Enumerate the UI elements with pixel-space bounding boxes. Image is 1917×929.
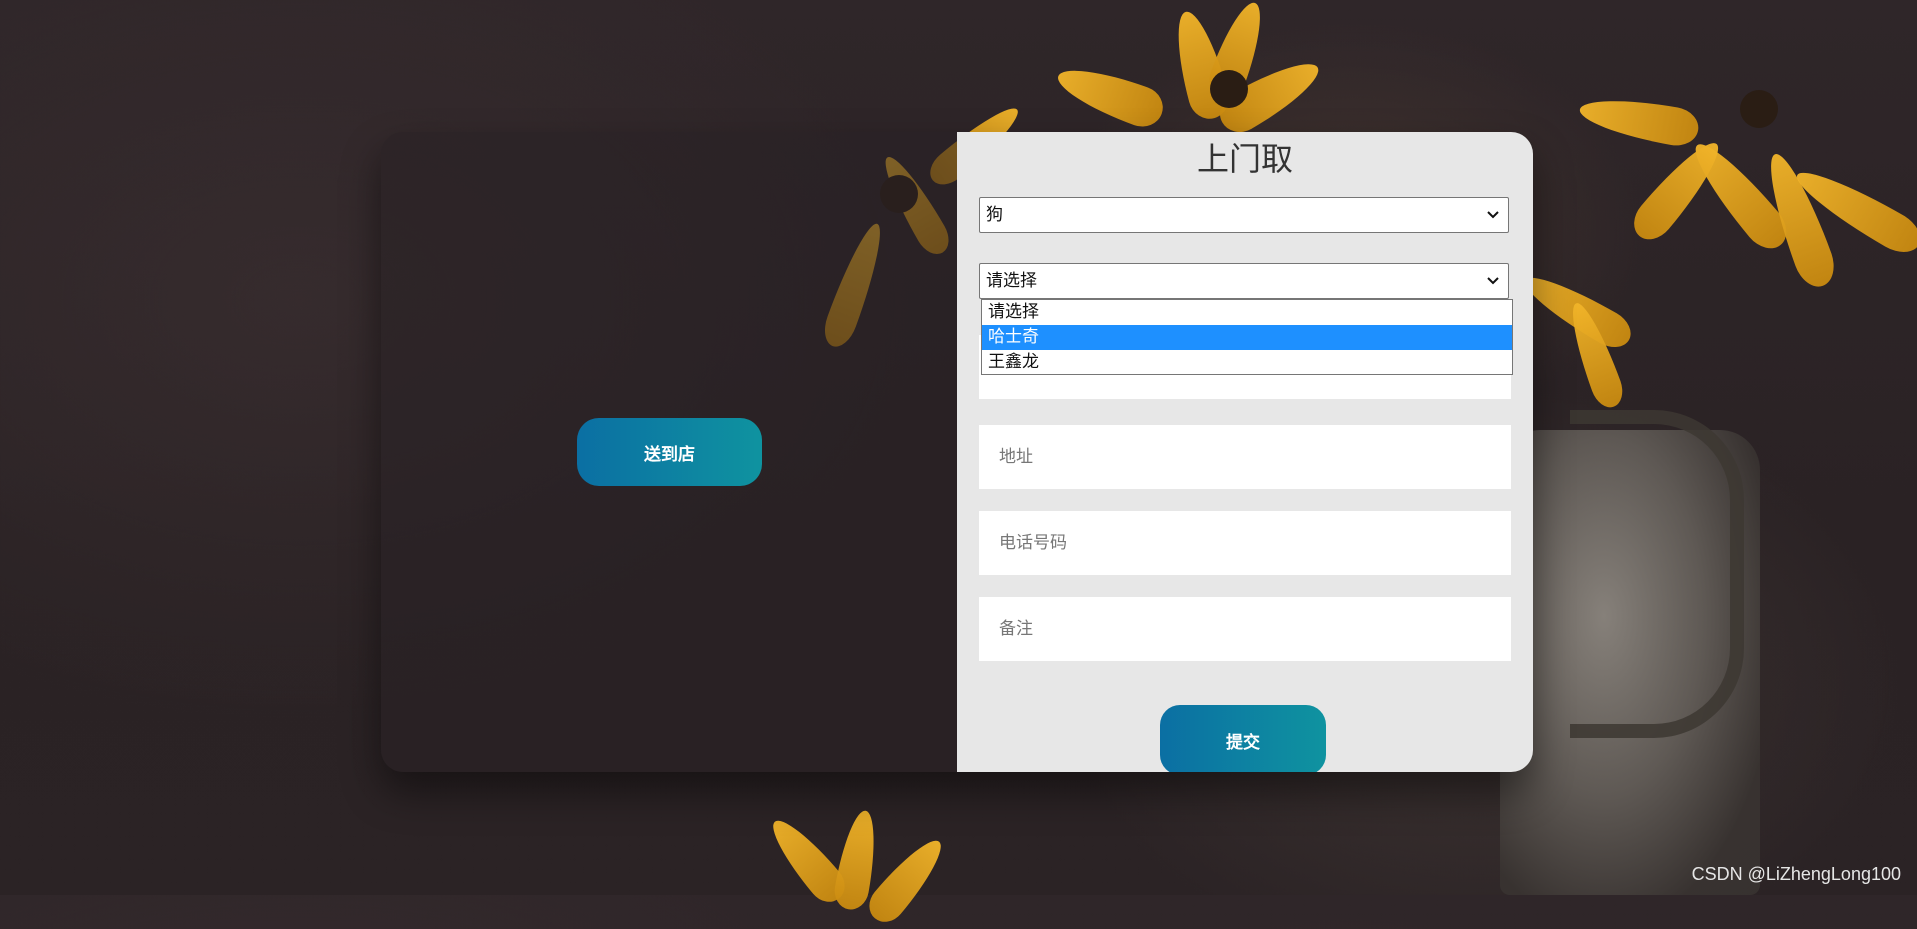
breed-option[interactable]: 王鑫龙 bbox=[982, 350, 1512, 375]
send-to-store-button[interactable]: 送到店 bbox=[577, 418, 762, 486]
left-panel: 送到店 bbox=[381, 132, 957, 772]
remarks-field-placeholder: 备注 bbox=[999, 619, 1033, 639]
breed-select[interactable]: 请选择 bbox=[979, 263, 1509, 299]
breed-option[interactable]: 请选择 bbox=[982, 300, 1512, 325]
form-card: 送到店 上门取 狗 请选择 地址 电话号码 备注 提交 bbox=[381, 132, 1533, 772]
phone-field[interactable]: 电话号码 bbox=[979, 511, 1511, 575]
phone-field-placeholder: 电话号码 bbox=[999, 533, 1067, 553]
remarks-field[interactable]: 备注 bbox=[979, 597, 1511, 661]
form-title: 上门取 bbox=[1196, 140, 1293, 178]
background-pitcher-handle bbox=[1570, 410, 1744, 738]
breed-option-highlighted[interactable]: 哈士奇 bbox=[982, 325, 1512, 350]
pet-type-select-value: 狗 bbox=[986, 205, 1003, 225]
watermark: CSDN @LiZhengLong100 bbox=[1691, 864, 1901, 884]
submit-button[interactable]: 提交 bbox=[1160, 705, 1326, 772]
breed-select-value: 请选择 bbox=[986, 271, 1037, 291]
breed-dropdown-list: 请选择 哈士奇 王鑫龙 bbox=[981, 299, 1513, 375]
chevron-down-icon bbox=[1486, 198, 1500, 245]
pickup-form: 上门取 狗 请选择 地址 电话号码 备注 提交 bbox=[957, 132, 1533, 772]
address-field-placeholder: 地址 bbox=[999, 447, 1033, 467]
pet-type-select[interactable]: 狗 bbox=[979, 197, 1509, 233]
address-field[interactable]: 地址 bbox=[979, 425, 1511, 489]
